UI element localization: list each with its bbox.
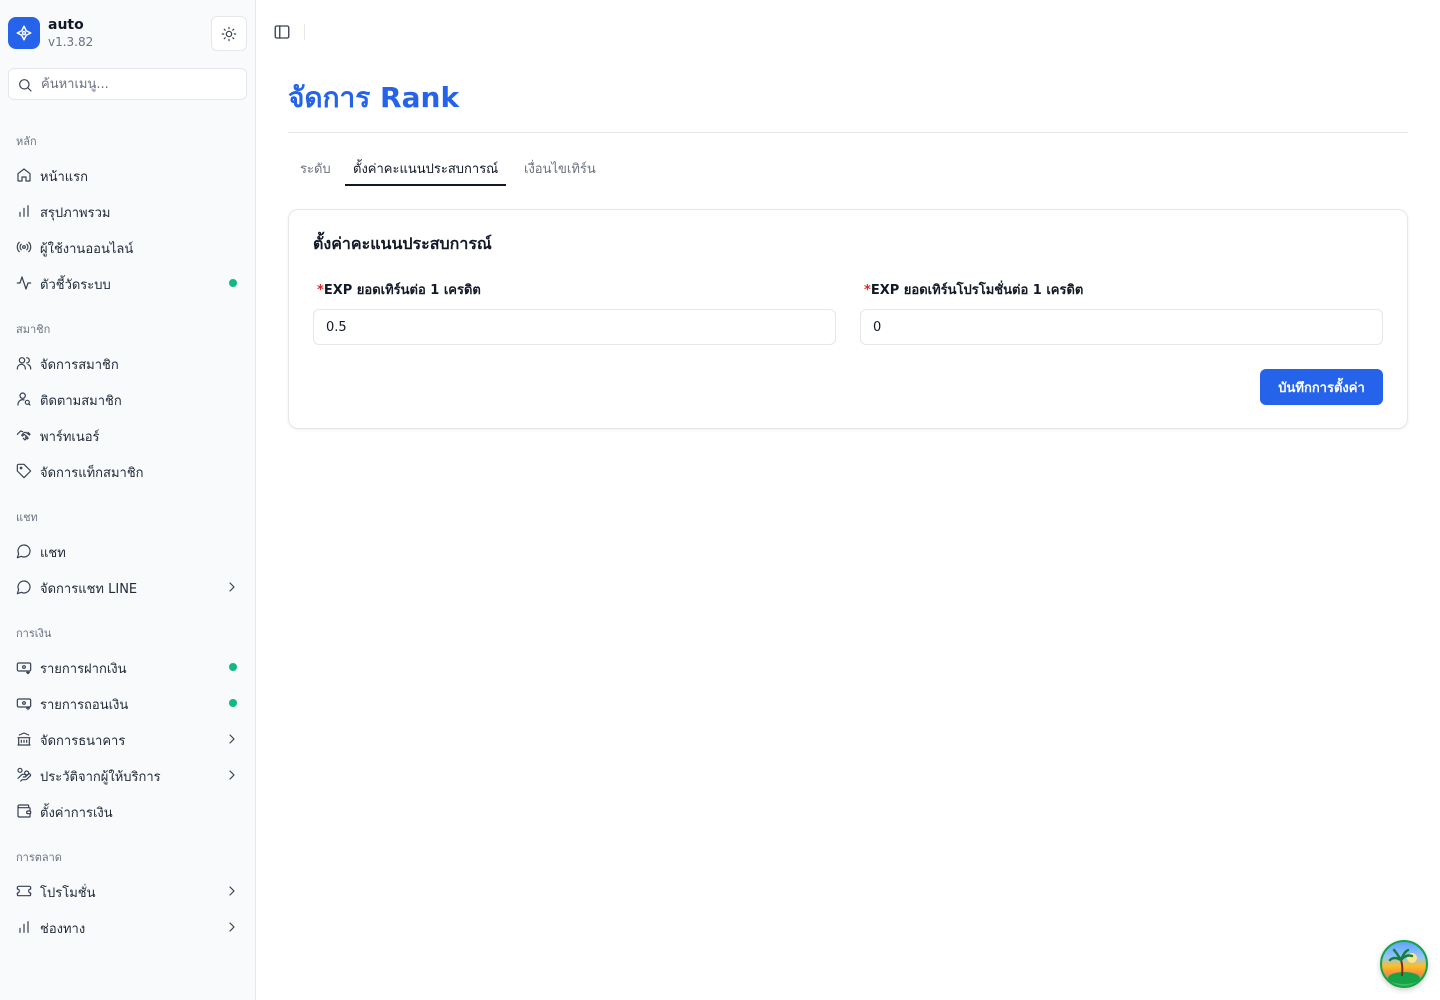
status-dot	[229, 699, 237, 707]
users-icon	[16, 357, 32, 370]
sidebar-item-label: รายการถอนเงิน	[40, 698, 129, 713]
activity-icon	[16, 276, 32, 290]
sun-icon	[221, 26, 237, 41]
sidebar-item-banks[interactable]: จัดการธนาคาร	[8, 723, 248, 755]
status-dot	[229, 279, 237, 287]
sidebar-item-label: ช่องทาง	[40, 922, 86, 937]
wallet-icon	[17, 804, 32, 818]
sidebar-item-chat[interactable]: แชท	[8, 535, 248, 567]
sidebar-item-track-members[interactable]: ติดตามสมาชิก	[8, 383, 248, 415]
hand-coins-icon	[17, 767, 32, 782]
chevron-right-icon	[229, 886, 235, 896]
menu-search	[8, 68, 247, 100]
tab-level[interactable]: ระดับ	[292, 150, 339, 186]
radio-icon	[16, 241, 32, 253]
palm-island-icon	[1388, 948, 1420, 984]
sidebar-item-provider-history[interactable]: ประวัติจากผู้ให้บริการ	[8, 759, 248, 791]
section-label-chat: แชท	[16, 511, 38, 524]
user-search-icon	[17, 392, 31, 406]
withdraw-icon	[16, 698, 32, 711]
panel-left-icon	[274, 25, 290, 39]
menu-search-input[interactable]	[41, 69, 241, 99]
sidebar-item-label: ผู้ใช้งานออนไลน์	[40, 242, 134, 257]
sidebar-item-online-users[interactable]: ผู้ใช้งานออนไลน์	[8, 231, 248, 263]
bank-icon	[17, 732, 31, 746]
sidebar-item-overview[interactable]: สรุปภาพรวม	[8, 195, 248, 227]
exp-promo-turnover-label-text: EXP ยอดเทิร์นโปรโมชั่นต่อ 1 เครดิต	[870, 283, 1084, 298]
deposit-icon	[16, 662, 32, 675]
sidebar-item-channels[interactable]: ช่องทาง	[8, 911, 248, 943]
exp-promo-turnover-input[interactable]	[860, 309, 1383, 345]
sidebar-item-label: รายการฝากเงิน	[40, 662, 127, 677]
exp-promo-turnover-label: *EXP ยอดเทิร์นโปรโมชั่นต่อ 1 เครดิต	[864, 279, 1083, 300]
chat-bubble-icon	[16, 580, 31, 595]
handshake-icon	[16, 430, 31, 441]
status-dot	[229, 663, 237, 671]
sidebar-item-home[interactable]: หน้าแรก	[8, 159, 248, 191]
exp-settings-card: ตั้งค่าคะแนนประสบการณ์ *EXP ยอดเทิร์นต่อ…	[288, 209, 1408, 429]
tab-exp-settings[interactable]: ตั้งค่าคะแนนประสบการณ์	[345, 150, 507, 186]
title-divider	[288, 132, 1408, 133]
theme-toggle-button[interactable]	[211, 16, 247, 51]
card-title: ตั้งค่าคะแนนประสบการณ์	[313, 234, 492, 253]
tag-icon	[16, 463, 32, 479]
required-mark: *	[317, 283, 324, 298]
topbar-divider	[304, 24, 305, 40]
sidebar-item-deposits[interactable]: รายการฝากเงิน	[8, 651, 248, 683]
chat-bubble-icon	[16, 544, 31, 559]
ticket-icon	[16, 885, 32, 897]
sidebar-item-label: ติดตามสมาชิก	[40, 394, 122, 409]
sidebar-item-member-tags[interactable]: จัดการแท็กสมาชิก	[8, 455, 248, 487]
sidebar-item-withdrawals[interactable]: รายการถอนเงิน	[8, 687, 248, 719]
exp-turnover-label-text: EXP ยอดเทิร์นต่อ 1 เครดิต	[323, 283, 481, 298]
sidebar-item-label: จัดการธนาคาร	[40, 734, 126, 749]
sidebar-item-label: พาร์ทเนอร์	[40, 430, 100, 445]
chevron-right-icon	[229, 770, 235, 780]
section-label-finance: การเงิน	[16, 627, 52, 640]
sidebar-item-line-chat[interactable]: จัดการแชท LINE	[8, 571, 248, 603]
search-icon	[19, 79, 32, 92]
app-logo-icon	[8, 17, 40, 49]
section-label-marketing: การตลาด	[16, 851, 62, 864]
save-settings-button[interactable]: บันทึกการตั้งค่า	[1260, 369, 1383, 405]
sidebar-item-partner[interactable]: พาร์ทเนอร์	[8, 419, 248, 451]
sidebar-item-label: จัดการแชท LINE	[40, 582, 138, 597]
bar-chart-icon	[19, 205, 29, 217]
tab-turnover-conditions[interactable]: เงื่อนไขเทิร์น	[516, 150, 604, 186]
chevron-right-icon	[229, 582, 235, 592]
sidebar-item-label: ตัวชี้วัดระบบ	[40, 278, 111, 293]
home-icon	[17, 168, 31, 182]
exp-turnover-input[interactable]	[313, 309, 836, 345]
exp-turnover-label: *EXP ยอดเทิร์นต่อ 1 เครดิต	[317, 279, 481, 300]
sidebar-item-label: โปรโมชั่น	[40, 886, 96, 901]
sidebar: auto v1.3.82 หลัก หน้าแรก สรุปภาพรวม ผู้…	[0, 0, 256, 1000]
sidebar-item-label: จัดการแท็กสมาชิก	[40, 466, 144, 481]
section-label-main: หลัก	[16, 135, 37, 148]
sidebar-item-label: หน้าแรก	[40, 170, 88, 185]
chevron-right-icon	[229, 922, 235, 932]
app-name: auto	[48, 17, 84, 33]
sidebar-item-label: ตั้งค่าการเงิน	[40, 806, 113, 821]
app-version: v1.3.82	[48, 35, 94, 49]
sidebar-item-manage-members[interactable]: จัดการสมาชิก	[8, 347, 248, 379]
required-mark: *	[864, 283, 871, 298]
sidebar-item-label: จัดการสมาชิก	[40, 358, 119, 373]
chevron-right-icon	[229, 734, 235, 744]
sidebar-item-promotions[interactable]: โปรโมชั่น	[8, 875, 248, 907]
sidebar-toggle-button[interactable]	[270, 20, 294, 44]
bar-chart-icon	[19, 921, 29, 933]
section-label-members: สมาชิก	[16, 323, 51, 336]
sidebar-item-label: แชท	[40, 546, 66, 561]
page-title: จัดการ Rank	[288, 81, 460, 114]
sidebar-item-label: สรุปภาพรวม	[40, 206, 111, 221]
floating-avatar-button[interactable]	[1380, 940, 1428, 988]
sidebar-item-finance-settings[interactable]: ตั้งค่าการเงิน	[8, 795, 248, 827]
sidebar-item-label: ประวัติจากผู้ให้บริการ	[40, 770, 161, 785]
sidebar-item-system-metrics[interactable]: ตัวชี้วัดระบบ	[8, 267, 248, 299]
